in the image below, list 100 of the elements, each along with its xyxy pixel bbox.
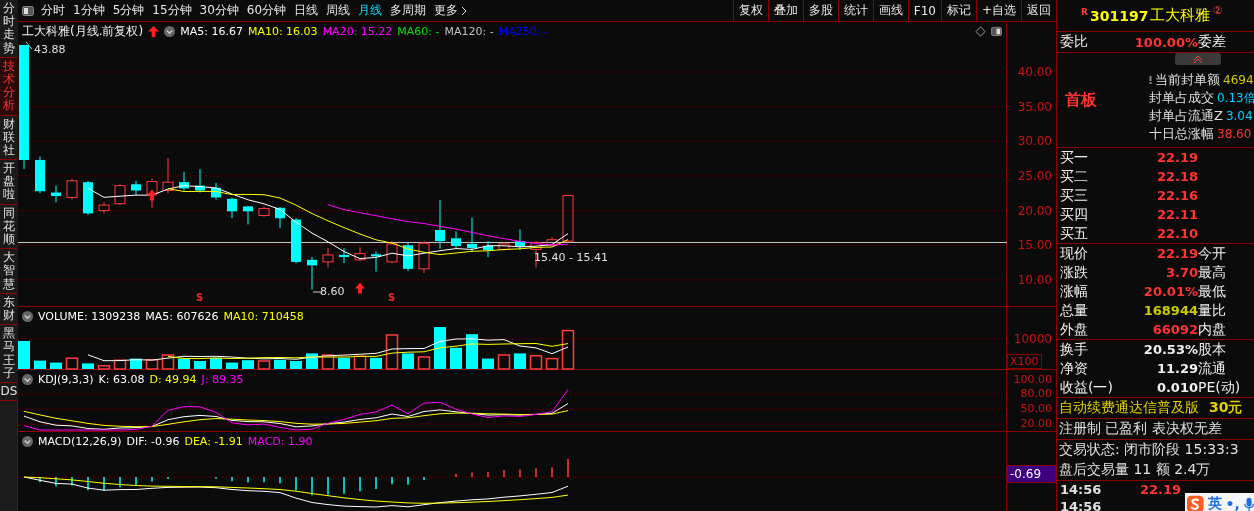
period-tab[interactable]: 5分钟 bbox=[108, 2, 149, 19]
toolbar-button[interactable]: 统计 bbox=[837, 0, 873, 21]
field-label: 封单占流通Z bbox=[1149, 107, 1223, 125]
ma-legend: MA120: - bbox=[444, 24, 494, 38]
volume-bar bbox=[274, 359, 286, 369]
axis-label: 20.00 bbox=[1020, 417, 1052, 430]
punctuation-toggle[interactable]: •, bbox=[1225, 496, 1240, 511]
period-tab[interactable]: 15分钟 bbox=[148, 2, 196, 19]
sidebar-tab[interactable]: 同花顺 bbox=[0, 204, 18, 250]
axis-label: 80.00 bbox=[1020, 387, 1052, 400]
volume-bar bbox=[50, 362, 62, 369]
field-label: 今开 bbox=[1198, 244, 1227, 263]
promo-text[interactable]: 自动续费通达信普及版 bbox=[1059, 399, 1199, 417]
bid-label: 买四 bbox=[1060, 205, 1089, 224]
collapse-tab-icon[interactable] bbox=[1175, 53, 1221, 65]
value-tag: -0.69 bbox=[1007, 465, 1056, 483]
candlestick bbox=[83, 180, 93, 216]
sidebar-tab[interactable]: 东财 bbox=[0, 293, 18, 326]
logo-icon[interactable] bbox=[1187, 495, 1204, 511]
period-tab[interactable]: 30分钟 bbox=[195, 2, 243, 19]
toolbar-button[interactable]: 复权 bbox=[732, 0, 768, 21]
caret-down-icon[interactable] bbox=[164, 25, 176, 37]
toolbar-button[interactable]: 叠加 bbox=[767, 0, 803, 21]
tick-time: 14:56 bbox=[1060, 499, 1103, 511]
period-tab[interactable]: 分时 bbox=[37, 2, 69, 19]
macd-legend: DEA: -1.91 bbox=[184, 434, 243, 448]
field-value: 3.04 bbox=[1225, 109, 1253, 123]
period-tab[interactable]: 日线 bbox=[290, 2, 323, 19]
field-value: 3.70 bbox=[1164, 265, 1198, 280]
kdj-legend: D: 49.94 bbox=[149, 372, 197, 386]
period-tab[interactable]: 周线 bbox=[322, 2, 355, 19]
trading-status: 交易状态: 闭市阶段 15:33:3 bbox=[1059, 441, 1239, 459]
toolbar-button[interactable]: F10 bbox=[907, 0, 941, 21]
candlestick bbox=[227, 196, 237, 219]
sidebar-tab[interactable]: 技术分析 bbox=[0, 57, 18, 116]
caret-down-icon[interactable] bbox=[22, 310, 33, 322]
toolbar-button[interactable]: 标记 bbox=[940, 0, 976, 21]
field-value: 4694 bbox=[1223, 73, 1254, 87]
candlestick bbox=[515, 228, 525, 251]
sidebar-tab[interactable]: 大智慧 bbox=[0, 249, 18, 294]
field-label: 流通 bbox=[1198, 359, 1227, 378]
field-value: 66092 bbox=[1151, 322, 1198, 337]
panel-toggle-icon[interactable] bbox=[22, 5, 34, 16]
more-button[interactable]: 更多 bbox=[430, 2, 472, 19]
volume-bar bbox=[161, 354, 175, 370]
field-label: 现价 bbox=[1060, 244, 1089, 263]
promo-price: 30元 bbox=[1209, 399, 1243, 417]
sidebar-tab[interactable]: 开盘啦 bbox=[0, 160, 18, 205]
candlestick bbox=[562, 194, 574, 243]
low-price-label: 8.60 bbox=[320, 285, 345, 298]
volume-bar bbox=[226, 362, 238, 369]
volume-bar bbox=[402, 353, 414, 369]
sidebar-tab[interactable]: 财联社 bbox=[0, 115, 18, 161]
input-mode-toggle[interactable]: 英 bbox=[1207, 495, 1222, 511]
stock-name: 工大科雅 bbox=[1150, 6, 1211, 25]
field-value: 20.01% bbox=[1142, 284, 1198, 299]
microphone-icon[interactable] bbox=[1243, 496, 1254, 511]
axis-label: 35.00 bbox=[1017, 99, 1052, 114]
axis-label: 40.00 bbox=[1017, 65, 1052, 79]
field-value: 0.010 bbox=[1155, 380, 1198, 395]
toolbar-button[interactable]: 画线 bbox=[872, 0, 908, 21]
candlestick bbox=[131, 180, 141, 196]
panel-toggle-icon[interactable] bbox=[991, 25, 1002, 37]
period-tab[interactable]: 多周期 bbox=[386, 2, 431, 19]
volume-bar bbox=[65, 357, 79, 370]
field-label: 当前封单额 bbox=[1155, 71, 1220, 89]
candlestick bbox=[146, 178, 158, 209]
caret-down-icon[interactable] bbox=[22, 435, 33, 447]
volume-legend: MA10: 710458 bbox=[223, 309, 304, 323]
toolbar-button[interactable]: +自选 bbox=[975, 0, 1021, 21]
sidebar-tab[interactable]: 黑马王子 bbox=[0, 325, 18, 383]
bid-price: 22.19 bbox=[1155, 150, 1198, 165]
axis-label: 50.00 bbox=[1020, 402, 1052, 415]
field-label: 总量 bbox=[1060, 301, 1089, 320]
axis-label: 10000 bbox=[1013, 332, 1052, 346]
field-label: 内盘 bbox=[1198, 320, 1227, 339]
caret-down-icon[interactable] bbox=[22, 373, 33, 385]
diamond-icon[interactable] bbox=[975, 25, 986, 37]
bid-price: 22.10 bbox=[1155, 226, 1198, 241]
toolbar-button[interactable]: 返回 bbox=[1021, 0, 1056, 21]
sidebar-tab[interactable]: 分时走势 bbox=[0, 0, 18, 58]
field-label: 涨幅 bbox=[1060, 282, 1089, 301]
toolbar-button[interactable]: 多股 bbox=[802, 0, 838, 21]
candlestick bbox=[162, 157, 174, 194]
macd-legend: DIF: -0.96 bbox=[126, 434, 180, 448]
period-tab[interactable]: 月线 bbox=[354, 2, 387, 19]
bid-label: 买二 bbox=[1060, 167, 1089, 186]
stock-tags: 注册制 已盈利 表决权无差 bbox=[1059, 420, 1222, 438]
volume-bar bbox=[497, 354, 511, 370]
leader-line bbox=[312, 291, 323, 293]
volume-bar bbox=[529, 355, 543, 370]
candlestick bbox=[498, 241, 510, 252]
field-label: 十日总涨幅 bbox=[1149, 125, 1214, 143]
field-value: 38.60 bbox=[1217, 127, 1252, 141]
volume-bar bbox=[385, 334, 399, 370]
ma-legend: MA20: 15.22 bbox=[322, 24, 393, 38]
candlestick bbox=[179, 171, 189, 191]
field-label: PE(动) bbox=[1198, 378, 1242, 397]
period-tab[interactable]: 60分钟 bbox=[242, 2, 291, 19]
period-tab[interactable]: 1分钟 bbox=[69, 2, 109, 19]
